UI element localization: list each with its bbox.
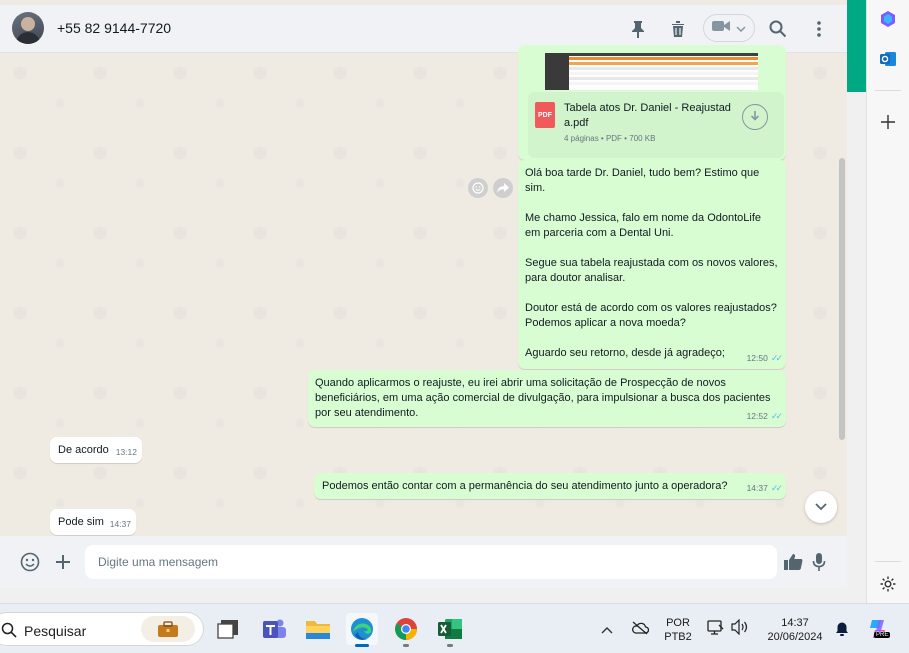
clock-time: 14:37 xyxy=(781,617,809,629)
message-text: Doutor está de acordo com os valores rea… xyxy=(525,302,777,329)
message-composer xyxy=(0,536,847,588)
thumbs-up-sticker-icon[interactable] xyxy=(781,550,805,574)
message-text: Olá boa tarde Dr. Daniel, tudo bem? Esti… xyxy=(525,167,760,194)
scrollbar-thumb[interactable] xyxy=(839,158,845,440)
volume-icon[interactable] xyxy=(731,618,749,640)
edge-browser-icon[interactable] xyxy=(346,613,378,647)
settings-gear-icon[interactable] xyxy=(878,574,898,594)
emoji-icon[interactable] xyxy=(18,550,42,574)
add-icon[interactable] xyxy=(878,112,898,132)
document-info[interactable]: PDF Tabela atos Dr. Daniel - Reajustad a… xyxy=(528,92,784,158)
incoming-message[interactable]: De acordo 13:12 xyxy=(50,437,142,463)
message-text: Me chamo Jessica, falo em nome da Odonto… xyxy=(525,212,762,239)
copilot-icon[interactable] xyxy=(878,9,898,29)
running-indicator xyxy=(403,644,409,647)
show-hidden-icons-chevron-up-icon[interactable] xyxy=(601,621,613,639)
message-time: 12:52 xyxy=(746,411,768,421)
document-preview-thumbnail[interactable] xyxy=(545,53,758,90)
message-text: Aguardo seu retorno, desde já agradeço; xyxy=(525,347,725,359)
message-time: 14:37 xyxy=(109,519,131,529)
pdf-icon: PDF xyxy=(535,102,555,128)
search-highlight-icon xyxy=(141,616,195,642)
message-text: Segue sua tabela reajustada com os novos… xyxy=(525,257,778,284)
scroll-down-button[interactable] xyxy=(805,491,837,523)
notification-bell-icon[interactable] xyxy=(834,621,850,642)
teams-icon[interactable] xyxy=(258,613,290,645)
window-side-accent xyxy=(847,0,866,92)
search-icon xyxy=(1,622,17,643)
onedrive-offline-icon[interactable] xyxy=(631,621,650,640)
forward-icon[interactable] xyxy=(493,178,513,198)
windows-taskbar: Pesquisar POR PTB2 14:37 20/06/2024 PRE xyxy=(0,603,909,653)
whatsapp-window: +55 82 9144-7720 PDF Tabela atos Dr. Dan… xyxy=(0,0,847,588)
incoming-message[interactable]: Pode sim 14:37 xyxy=(50,509,136,535)
outgoing-message[interactable]: Olá boa tarde Dr. Daniel, tudo bem? Esti… xyxy=(518,160,786,369)
network-icon[interactable] xyxy=(706,619,724,642)
sidebar-divider xyxy=(875,561,901,562)
menu-icon[interactable] xyxy=(807,17,831,41)
microphone-icon[interactable] xyxy=(807,550,831,574)
attach-plus-icon[interactable] xyxy=(51,550,75,574)
taskbar-search[interactable]: Pesquisar xyxy=(0,612,204,646)
outlook-icon[interactable] xyxy=(878,49,898,69)
keyboard-language[interactable]: POR PTB2 xyxy=(659,616,697,644)
copilot-preview-icon[interactable]: PRE xyxy=(866,617,891,641)
running-indicator xyxy=(447,644,453,647)
video-call-icon xyxy=(712,19,730,37)
message-text: Podemos então contar com a permanência d… xyxy=(322,480,728,492)
read-receipt-icon: ✓✓ xyxy=(770,483,783,493)
contact-name[interactable]: +55 82 9144-7720 xyxy=(57,20,171,36)
excel-icon[interactable] xyxy=(434,613,466,647)
message-input[interactable] xyxy=(85,545,777,579)
document-meta: 4 páginas • PDF • 700 KB xyxy=(564,134,656,143)
search-icon[interactable] xyxy=(766,17,790,41)
message-text: De acordo xyxy=(58,444,109,456)
preview-badge: PRE xyxy=(874,632,891,638)
trash-icon[interactable] xyxy=(666,17,690,41)
keyboard-layout: PTB2 xyxy=(664,631,692,643)
video-call-button[interactable] xyxy=(703,14,755,42)
language-code: POR xyxy=(666,617,690,629)
outgoing-message[interactable]: Podemos então contar com a permanência d… xyxy=(314,473,786,499)
message-text: Pode sim xyxy=(58,516,104,528)
taskbar-clock[interactable]: 14:37 20/06/2024 xyxy=(760,616,830,644)
read-receipt-icon: ✓✓ xyxy=(770,411,783,421)
chrome-icon[interactable] xyxy=(390,613,422,647)
chevron-down-icon xyxy=(736,19,746,37)
download-icon xyxy=(750,110,760,125)
document-title: Tabela atos Dr. Daniel - Reajustad a.pdf xyxy=(564,102,731,129)
pin-icon[interactable] xyxy=(626,17,650,41)
emoji-reaction-icon[interactable] xyxy=(468,178,488,198)
chevron-down-icon xyxy=(815,498,827,516)
avatar[interactable] xyxy=(12,12,44,44)
outgoing-message[interactable]: Quando aplicarmos o reajuste, eu irei ab… xyxy=(308,370,786,427)
sidebar-divider xyxy=(875,90,901,91)
file-explorer-icon[interactable] xyxy=(302,613,334,645)
message-time: 14:37 xyxy=(746,483,768,493)
clock-date: 20/06/2024 xyxy=(767,631,823,643)
read-receipt-icon: ✓✓ xyxy=(770,353,783,363)
download-button[interactable] xyxy=(742,104,768,130)
task-view-icon[interactable] xyxy=(213,613,245,645)
search-label: Pesquisar xyxy=(24,623,87,639)
message-time: 13:12 xyxy=(115,447,137,457)
active-indicator xyxy=(355,644,369,647)
message-text: Quando aplicarmos o reajuste, eu irei ab… xyxy=(315,377,771,419)
message-time: 12:50 xyxy=(746,353,768,363)
browser-edge-sidebar xyxy=(866,0,909,603)
